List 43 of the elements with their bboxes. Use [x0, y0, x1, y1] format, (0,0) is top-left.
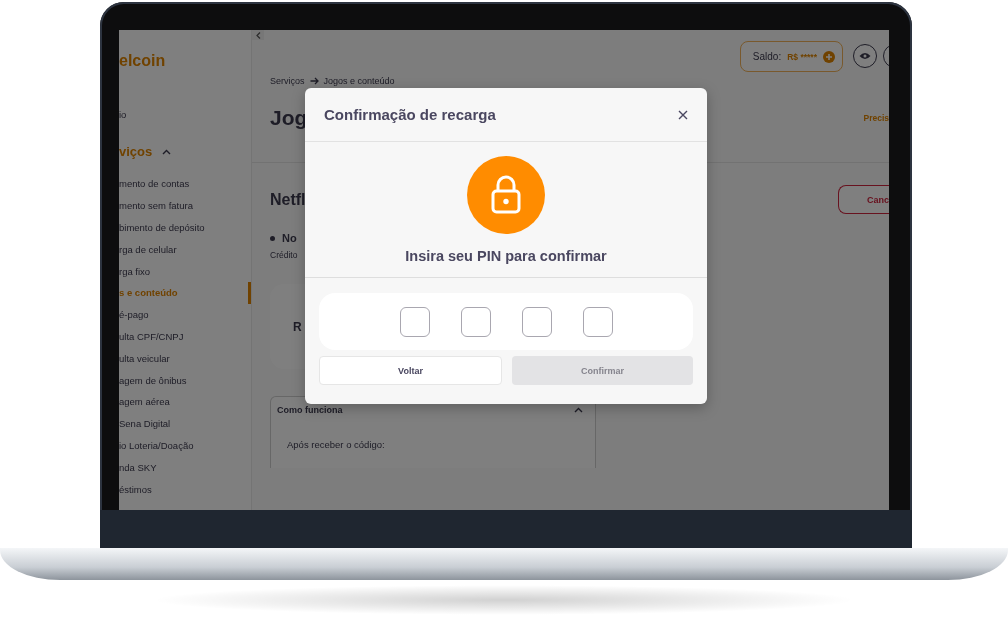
pin-prompt: Insira seu PIN para confirmar	[405, 248, 607, 264]
sidebar-item[interactable]: Sena Digital	[119, 412, 251, 435]
sidebar-item[interactable]: rga fixo	[119, 260, 251, 282]
sidebar-item[interactable]: é-pago	[119, 303, 251, 326]
pin-input-field[interactable]	[521, 306, 552, 337]
pin-input-field[interactable]	[399, 306, 430, 337]
arrow-right-icon	[309, 77, 319, 85]
breadcrumb-link[interactable]: Serviços	[270, 76, 305, 86]
note-text: Crédito	[270, 250, 298, 260]
balance-value: R$ *****	[787, 51, 817, 62]
sidebar-item[interactable]: bimento de depósito	[119, 216, 251, 239]
sidebar-item[interactable]: mento de contas	[119, 173, 251, 195]
card-value: R	[293, 319, 302, 334]
pin-input-field[interactable]	[460, 306, 491, 337]
close-button[interactable]	[677, 108, 689, 121]
accordion-title[interactable]: Como funciona	[277, 405, 343, 415]
product-title: Netfl	[270, 190, 306, 209]
lock-icon	[467, 156, 545, 234]
modal-title: Confirmação de recarga	[324, 106, 496, 123]
sidebar-item[interactable]: agem aérea	[119, 390, 251, 413]
bullet-icon	[270, 235, 275, 241]
bullet-text: No	[282, 232, 297, 244]
pin-input-field[interactable]	[582, 306, 613, 337]
sidebar-item[interactable]: mento sem fatura	[119, 194, 251, 217]
breadcrumb-current: Jogos e conteúdo	[323, 76, 395, 86]
sidebar-item[interactable]: agem de ônibus	[119, 369, 251, 391]
sidebar-item[interactable]: éstimos	[119, 478, 251, 500]
sidebar-item[interactable]: nda SKY	[119, 456, 251, 479]
accordion-text: Após receber o código:	[287, 439, 386, 450]
cancel-button[interactable]: Canc	[838, 185, 889, 214]
balance-label: Saldo:	[752, 51, 782, 62]
sidebar-item[interactable]: ulta veicular	[119, 347, 251, 370]
sidebar-item[interactable]: ulta CPF/CNPJ	[119, 325, 251, 348]
sidebar-item[interactable]: rga de celular	[119, 238, 251, 261]
sidebar-item[interactable]: io	[119, 109, 251, 120]
back-button[interactable]: Voltar	[319, 356, 502, 385]
eye-button[interactable]	[853, 44, 877, 68]
eye-icon	[859, 52, 871, 60]
plus-icon[interactable]	[823, 50, 835, 63]
back-button[interactable]	[252, 30, 264, 40]
sidebar-item[interactable]: s e conteúdo	[119, 282, 251, 304]
sidebar-item[interactable]: io Loteria/Doação	[119, 434, 251, 457]
sidebar-section[interactable]: viços	[119, 144, 153, 159]
